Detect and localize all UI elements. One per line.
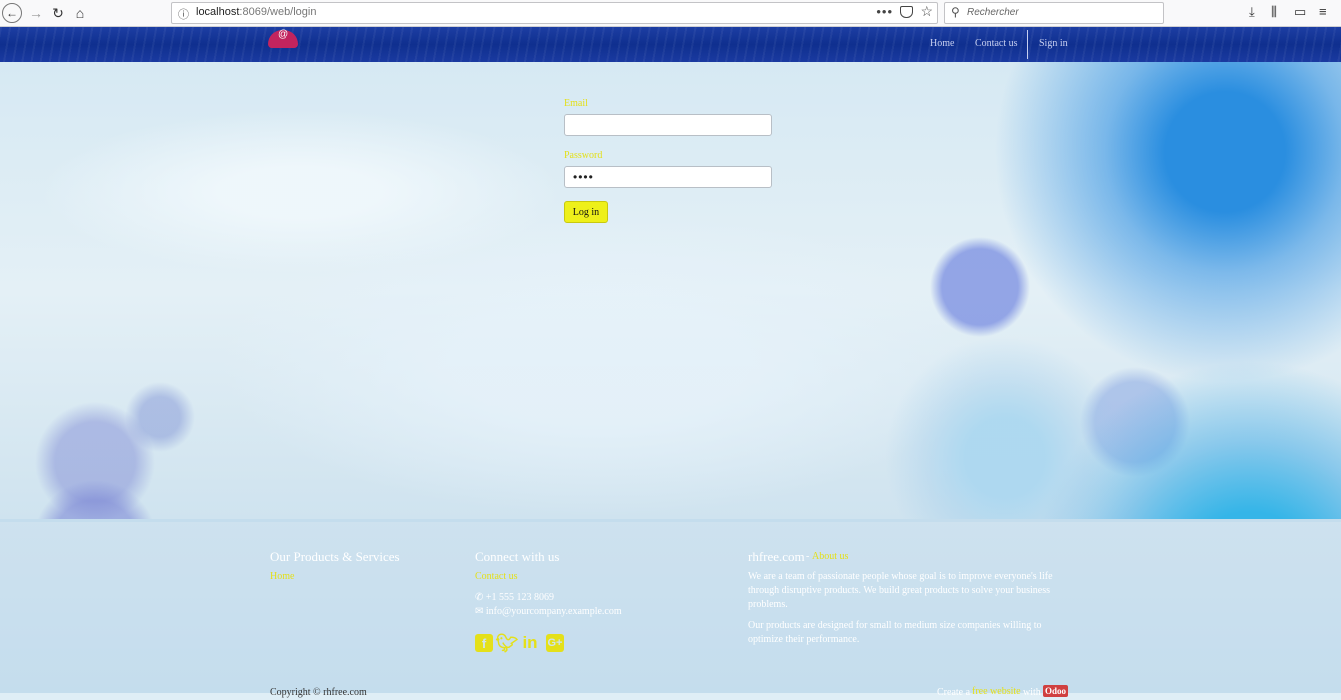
- browser-toolbar: ← → ↻ ⌂ ⓘ localhost:8069/web/login ••• ☆…: [0, 0, 1341, 27]
- address-url[interactable]: localhost:8069/web/login: [196, 6, 316, 18]
- email-field[interactable]: [564, 114, 772, 136]
- twitter-icon[interactable]: 🐦︎: [496, 633, 519, 653]
- facebook-icon[interactable]: f: [475, 634, 493, 652]
- password-field[interactable]: ••••: [564, 166, 772, 188]
- search-placeholder: Rechercher: [967, 7, 1019, 18]
- footer-link-home[interactable]: Home: [270, 571, 294, 582]
- library-icon[interactable]: ⫼: [1271, 4, 1277, 20]
- email-label: Email: [564, 98, 588, 109]
- footer-email[interactable]: ✉ info@yourcompany.example.com: [475, 605, 622, 619]
- forward-arrow-icon[interactable]: →: [26, 3, 46, 23]
- nav-link-home[interactable]: Home: [930, 38, 954, 49]
- footer-about-text-2: Our products are designed for small to m…: [748, 620, 1042, 645]
- pocket-icon[interactable]: [900, 6, 913, 18]
- footer-connect-heading: Connect with us: [475, 549, 560, 564]
- odoo-logo[interactable]: Odoo: [1043, 685, 1068, 697]
- password-label: Password: [564, 150, 603, 161]
- sidebar-icon[interactable]: ▭: [1294, 4, 1306, 20]
- home-icon[interactable]: ⌂: [70, 3, 90, 23]
- footer-credit-with: with: [1023, 687, 1041, 698]
- browser-search-box[interactable]: ⚲ Rechercher: [944, 2, 1164, 24]
- footer-phone: ✆ +1 555 123 8069: [475, 592, 555, 603]
- footer-company-name: rhfree.com: [748, 549, 805, 564]
- login-button[interactable]: Log in: [564, 201, 608, 223]
- search-icon: ⚲: [951, 5, 960, 19]
- google-plus-icon[interactable]: G+: [546, 634, 564, 652]
- footer-credit-prefix: Create a: [937, 687, 971, 698]
- download-icon[interactable]: ⤓: [1249, 4, 1255, 20]
- back-arrow-icon[interactable]: ←: [2, 3, 22, 23]
- site-info-icon[interactable]: ⓘ: [178, 6, 189, 22]
- page-actions-icon[interactable]: •••: [876, 4, 893, 19]
- logo-at-icon: @: [278, 29, 289, 40]
- footer-link-contact-us[interactable]: Contact us: [475, 571, 518, 582]
- reload-icon[interactable]: ↻: [48, 3, 68, 23]
- footer-credit-link[interactable]: free website: [972, 686, 1021, 697]
- linkedin-icon[interactable]: in: [521, 633, 539, 652]
- footer-products-heading: Our Products & Services: [270, 549, 400, 564]
- footer-about-text-1: We are a team of passionate people whose…: [748, 571, 1053, 610]
- footer: [0, 519, 1341, 693]
- nav-link-contact-us[interactable]: Contact us: [975, 38, 1018, 49]
- footer-about-separator: -: [806, 551, 810, 562]
- address-bar[interactable]: ⓘ localhost:8069/web/login ••• ☆: [171, 2, 938, 24]
- bookmark-star-icon[interactable]: ☆: [920, 3, 933, 20]
- footer-copyright: Copyright © rhfree.com: [270, 687, 367, 698]
- footer-link-about-us[interactable]: About us: [812, 551, 848, 562]
- site-navbar: @ Home Contact us Sign in: [0, 27, 1341, 62]
- nav-link-sign-in[interactable]: Sign in: [1039, 38, 1068, 49]
- menu-hamburger-icon[interactable]: ≡: [1319, 4, 1327, 19]
- envelope-icon: ✉: [475, 606, 484, 617]
- nav-divider: [1027, 30, 1028, 59]
- phone-icon: ✆: [475, 592, 484, 603]
